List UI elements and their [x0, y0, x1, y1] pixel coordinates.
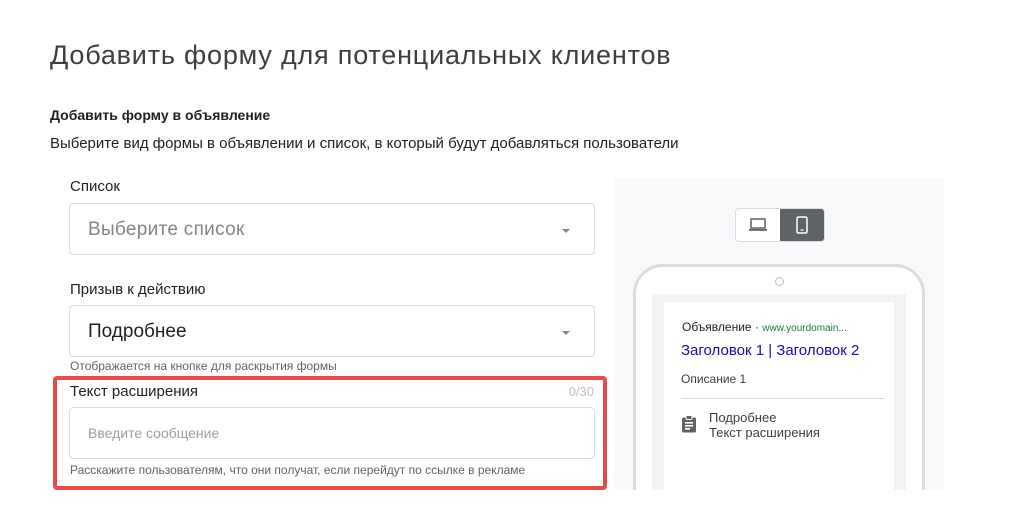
- extension-counter: 0/30: [568, 384, 594, 399]
- chevron-down-icon: [562, 229, 570, 233]
- ad-extension-text: Текст расширения: [709, 425, 820, 440]
- cta-label: Призыв к действию: [70, 281, 206, 298]
- extension-text-input[interactable]: [69, 407, 595, 459]
- desktop-toggle-button[interactable]: [736, 209, 780, 241]
- ad-domain: www.yourdomain...: [762, 323, 847, 334]
- ad-separator: ·: [751, 320, 763, 334]
- ad-divider: [681, 398, 885, 399]
- cta-helper-text: Отображается на кнопке для раскрытия фор…: [70, 359, 337, 373]
- list-select[interactable]: Выберите список: [69, 203, 595, 255]
- extension-helper-text: Расскажите пользователям, что они получа…: [70, 463, 526, 477]
- list-select-placeholder: Выберите список: [88, 219, 245, 240]
- ad-extension-title: Подробнее: [709, 410, 777, 425]
- device-toggle: [735, 208, 825, 242]
- list-label: Список: [70, 178, 120, 195]
- page-title: Добавить форму для потенциальных клиенто…: [50, 40, 672, 70]
- extension-label: Текст расширения: [70, 383, 198, 400]
- desktop-icon: [749, 218, 767, 231]
- section-description: Выберите вид формы в объявлении и список…: [50, 135, 679, 152]
- ad-meta: Объявление · www.yourdomain...: [682, 320, 882, 334]
- ad-label: Объявление: [682, 320, 752, 334]
- ad-preview-card: Объявление · www.yourdomain... Заголовок…: [664, 302, 894, 490]
- mobile-toggle-button[interactable]: [780, 209, 824, 241]
- phone-speaker: [775, 277, 784, 286]
- phone-screen: Объявление · www.yourdomain... Заголовок…: [652, 294, 906, 490]
- cta-select-value: Подробнее: [88, 321, 187, 342]
- preview-panel: Объявление · www.yourdomain... Заголовок…: [614, 178, 944, 490]
- clipboard-icon: [682, 415, 696, 433]
- ad-headline[interactable]: Заголовок 1 | Заголовок 2: [681, 342, 859, 359]
- ad-description: Описание 1: [681, 372, 747, 386]
- section-title: Добавить форму в объявление: [50, 107, 271, 123]
- mobile-icon: [796, 216, 808, 234]
- cta-select[interactable]: Подробнее: [69, 305, 595, 357]
- phone-frame: Объявление · www.yourdomain... Заголовок…: [633, 264, 925, 490]
- chevron-down-icon: [562, 331, 570, 335]
